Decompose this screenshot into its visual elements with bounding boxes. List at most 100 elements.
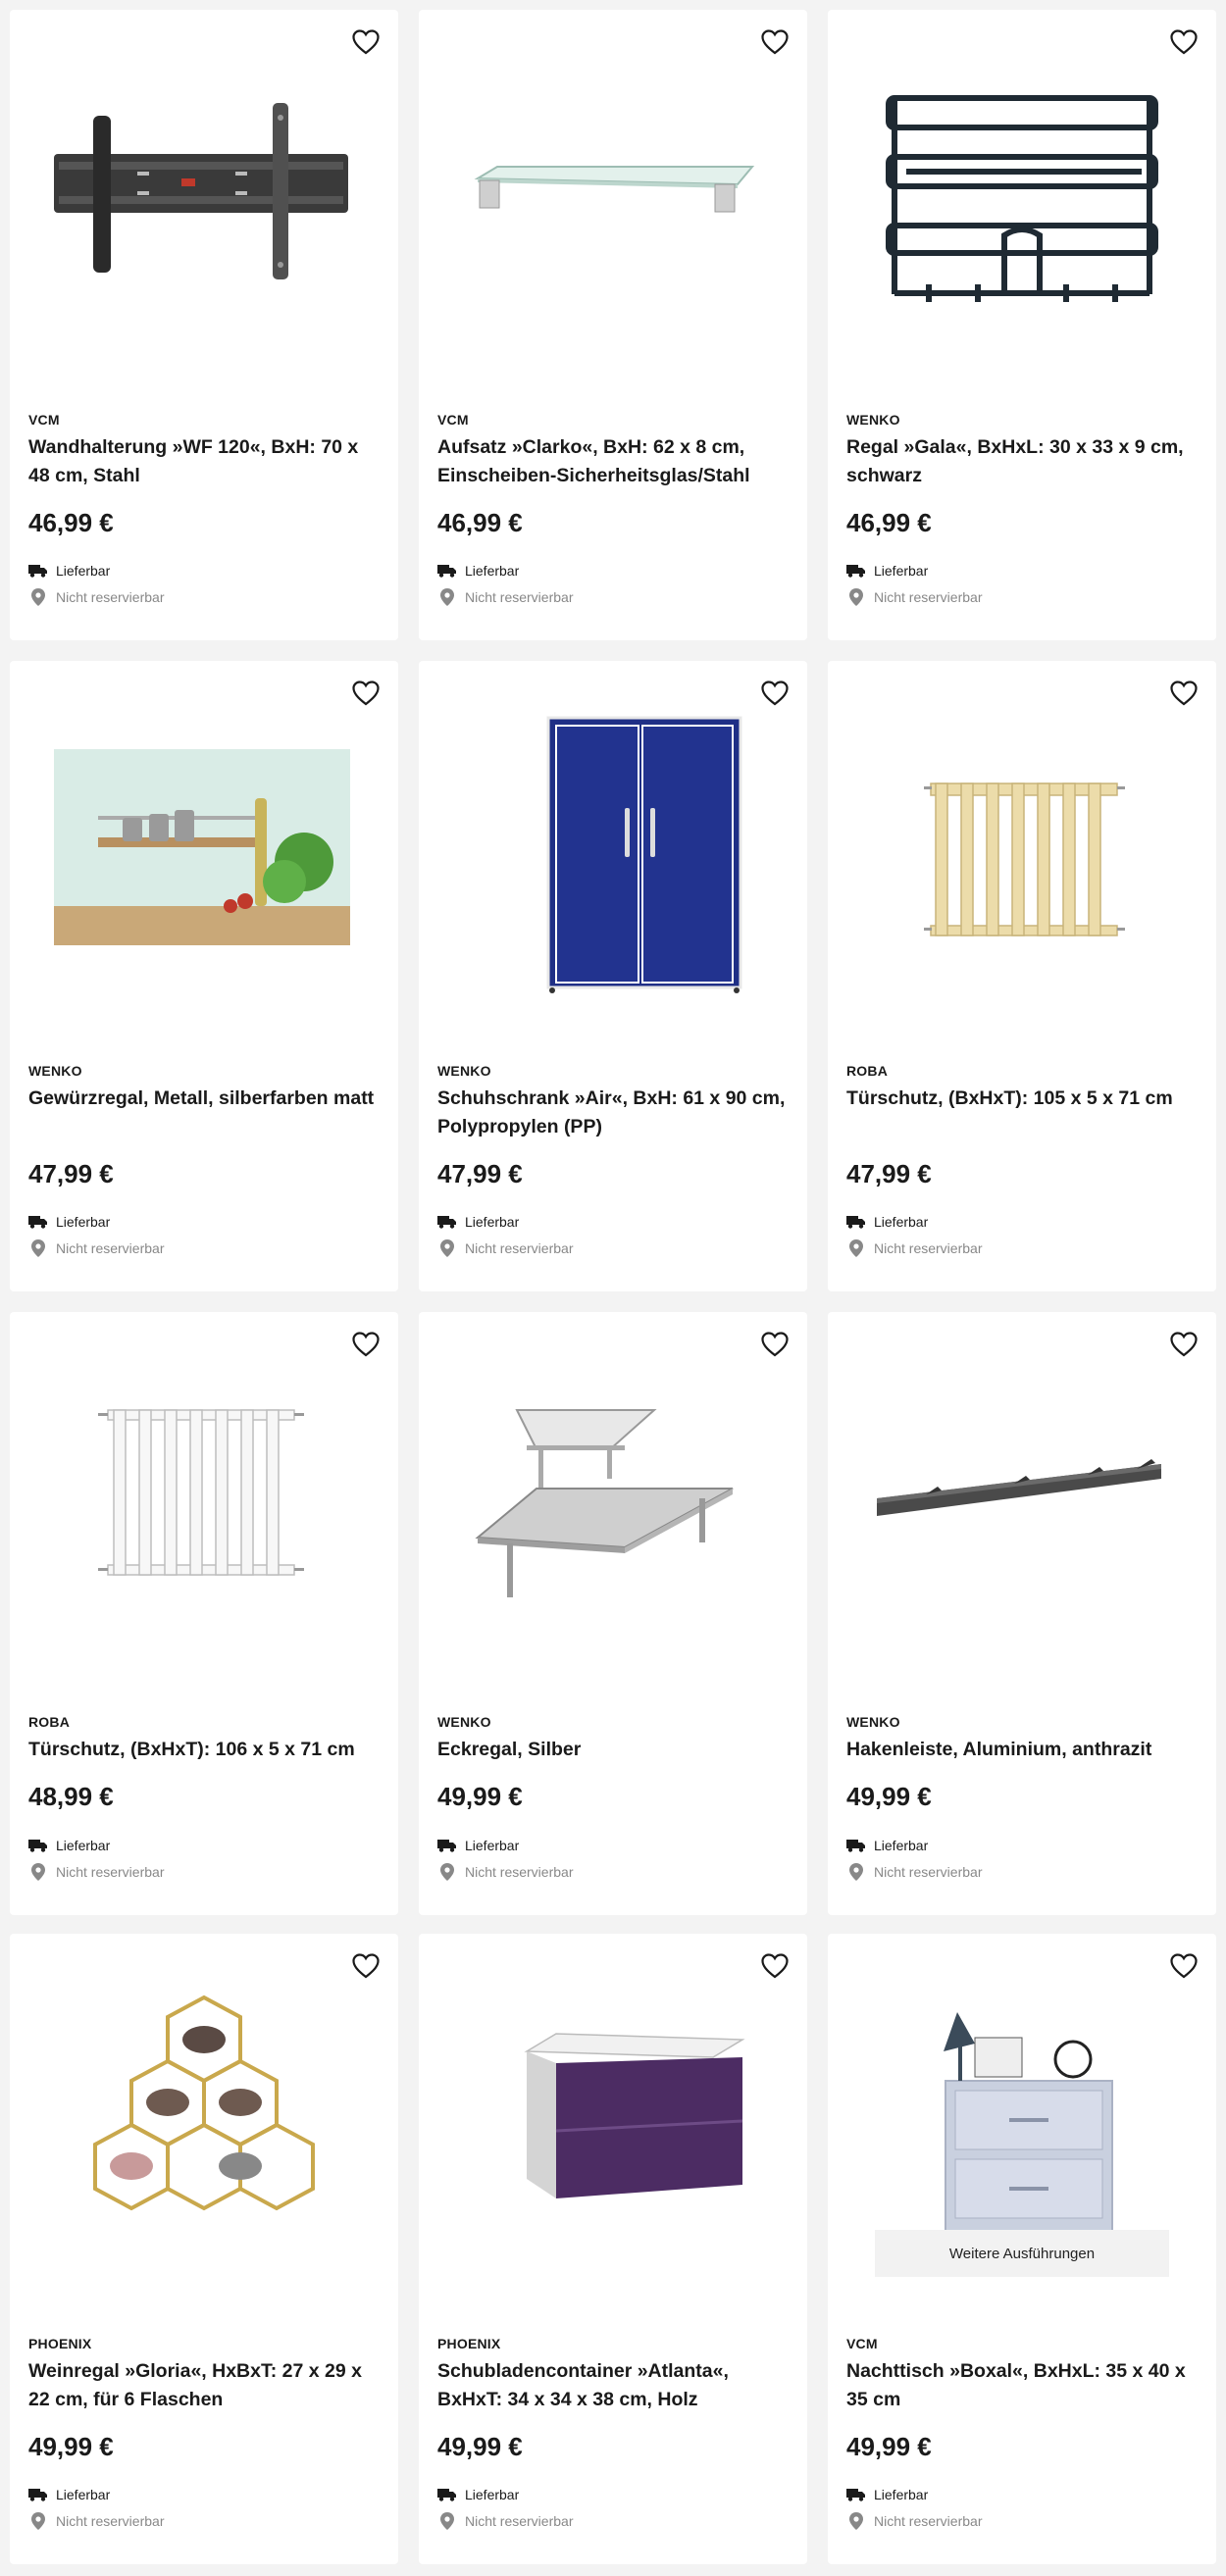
delivery-status: Lieferbar bbox=[28, 2486, 110, 2503]
product-card[interactable]: WENKO Gewürzregal, Metall, silberfarben … bbox=[10, 661, 398, 1291]
product-card[interactable]: Weitere Ausführungen VCM Nachttisch »Box… bbox=[828, 1934, 1216, 2564]
product-card[interactable]: WENKO Eckregal, Silber 49,99 € Lieferbar… bbox=[419, 1312, 807, 1915]
product-image[interactable] bbox=[867, 700, 1177, 994]
truck-icon bbox=[28, 2486, 48, 2503]
product-price: 49,99 € bbox=[28, 2432, 114, 2461]
product-title[interactable]: Schubladencontainer »Atlanta«, BxHxT: 34… bbox=[437, 2357, 789, 2414]
location-pin-icon bbox=[437, 2512, 457, 2530]
product-title[interactable]: Aufsatz »Clarko«, BxH: 62 x 8 cm, Einsch… bbox=[437, 433, 789, 490]
delivery-status: Lieferbar bbox=[437, 2486, 519, 2503]
product-card[interactable]: VCM Wandhalterung »WF 120«, BxH: 70 x 48… bbox=[10, 10, 398, 640]
product-price: 49,99 € bbox=[437, 2432, 523, 2461]
delivery-status: Lieferbar bbox=[846, 562, 928, 580]
product-image[interactable] bbox=[867, 1973, 1177, 2267]
product-card[interactable]: WENKO Hakenleiste, Aluminium, anthrazit … bbox=[828, 1312, 1216, 1915]
reservation-status: Nicht reservierbar bbox=[437, 1239, 573, 1257]
product-price: 48,99 € bbox=[28, 1782, 114, 1811]
product-price: 49,99 € bbox=[846, 2432, 932, 2461]
product-brand: PHOENIX bbox=[437, 2336, 501, 2351]
reservation-status: Nicht reservierbar bbox=[437, 588, 573, 606]
truck-icon bbox=[437, 1213, 457, 1231]
product-price: 49,99 € bbox=[437, 1782, 523, 1811]
product-brand: WENKO bbox=[437, 1714, 491, 1730]
location-pin-icon bbox=[846, 1863, 866, 1881]
product-brand: ROBA bbox=[846, 1063, 889, 1079]
truck-icon bbox=[437, 2486, 457, 2503]
reservation-status: Nicht reservierbar bbox=[28, 588, 164, 606]
product-card[interactable]: WENKO Regal »Gala«, BxHxL: 30 x 33 x 9 c… bbox=[828, 10, 1216, 640]
product-brand: WENKO bbox=[437, 1063, 491, 1079]
product-price: 46,99 € bbox=[437, 508, 523, 537]
delivery-status: Lieferbar bbox=[437, 1837, 519, 1854]
product-title[interactable]: Eckregal, Silber bbox=[437, 1736, 789, 1764]
product-image[interactable] bbox=[49, 1351, 359, 1645]
delivery-status: Lieferbar bbox=[437, 1213, 519, 1231]
product-image[interactable] bbox=[49, 700, 359, 994]
product-price: 46,99 € bbox=[846, 508, 932, 537]
product-image[interactable] bbox=[458, 700, 768, 994]
product-image[interactable] bbox=[867, 49, 1177, 343]
truck-icon bbox=[28, 562, 48, 580]
product-title[interactable]: Regal »Gala«, BxHxL: 30 x 33 x 9 cm, sch… bbox=[846, 433, 1198, 490]
location-pin-icon bbox=[28, 1239, 48, 1257]
product-card[interactable]: WENKO Schuhschrank »Air«, BxH: 61 x 90 c… bbox=[419, 661, 807, 1291]
product-price: 46,99 € bbox=[28, 508, 114, 537]
product-price: 49,99 € bbox=[846, 1782, 932, 1811]
delivery-status: Lieferbar bbox=[846, 1213, 928, 1231]
product-title[interactable]: Schuhschrank »Air«, BxH: 61 x 90 cm, Pol… bbox=[437, 1085, 789, 1141]
product-brand: WENKO bbox=[846, 1714, 900, 1730]
delivery-status: Lieferbar bbox=[846, 1837, 928, 1854]
delivery-status: Lieferbar bbox=[28, 562, 110, 580]
reservation-status: Nicht reservierbar bbox=[846, 1239, 982, 1257]
location-pin-icon bbox=[28, 1863, 48, 1881]
product-card[interactable]: PHOENIX Weinregal »Gloria«, HxBxT: 27 x … bbox=[10, 1934, 398, 2564]
product-card[interactable]: VCM Aufsatz »Clarko«, BxH: 62 x 8 cm, Ei… bbox=[419, 10, 807, 640]
delivery-status: Lieferbar bbox=[437, 562, 519, 580]
truck-icon bbox=[28, 1837, 48, 1854]
product-image[interactable] bbox=[867, 1351, 1177, 1645]
product-brand: ROBA bbox=[28, 1714, 71, 1730]
product-image[interactable] bbox=[458, 1973, 768, 2267]
reservation-status: Nicht reservierbar bbox=[846, 588, 982, 606]
location-pin-icon bbox=[437, 1239, 457, 1257]
product-image[interactable] bbox=[458, 1351, 768, 1645]
truck-icon bbox=[28, 1213, 48, 1231]
truck-icon bbox=[846, 562, 866, 580]
product-price: 47,99 € bbox=[846, 1159, 932, 1188]
truck-icon bbox=[846, 1213, 866, 1231]
product-brand: VCM bbox=[437, 412, 469, 428]
product-card[interactable]: ROBA Türschutz, (BxHxT): 105 x 5 x 71 cm… bbox=[828, 661, 1216, 1291]
location-pin-icon bbox=[28, 588, 48, 606]
product-title[interactable]: Gewürzregal, Metall, silberfarben matt bbox=[28, 1085, 380, 1113]
location-pin-icon bbox=[846, 1239, 866, 1257]
location-pin-icon bbox=[28, 2512, 48, 2530]
product-brand: VCM bbox=[28, 412, 60, 428]
truck-icon bbox=[437, 1837, 457, 1854]
product-image[interactable] bbox=[49, 49, 359, 343]
product-brand: PHOENIX bbox=[28, 2336, 92, 2351]
product-title[interactable]: Hakenleiste, Aluminium, anthrazit bbox=[846, 1736, 1198, 1764]
truck-icon bbox=[846, 1837, 866, 1854]
reservation-status: Nicht reservierbar bbox=[28, 2512, 164, 2530]
product-title[interactable]: Türschutz, (BxHxT): 105 x 5 x 71 cm bbox=[846, 1085, 1198, 1113]
product-title[interactable]: Weinregal »Gloria«, HxBxT: 27 x 29 x 22 … bbox=[28, 2357, 380, 2414]
product-price: 47,99 € bbox=[28, 1159, 114, 1188]
reservation-status: Nicht reservierbar bbox=[28, 1239, 164, 1257]
delivery-status: Lieferbar bbox=[28, 1837, 110, 1854]
reservation-status: Nicht reservierbar bbox=[28, 1863, 164, 1881]
delivery-status: Lieferbar bbox=[28, 1213, 110, 1231]
reservation-status: Nicht reservierbar bbox=[846, 2512, 982, 2530]
product-image[interactable] bbox=[458, 49, 768, 343]
product-title[interactable]: Nachttisch »Boxal«, BxHxL: 35 x 40 x 35 … bbox=[846, 2357, 1198, 2414]
more-variants-button[interactable]: Weitere Ausführungen bbox=[875, 2230, 1169, 2277]
product-card[interactable]: PHOENIX Schubladencontainer »Atlanta«, B… bbox=[419, 1934, 807, 2564]
location-pin-icon bbox=[846, 588, 866, 606]
product-image[interactable] bbox=[49, 1973, 359, 2267]
reservation-status: Nicht reservierbar bbox=[846, 1863, 982, 1881]
product-title[interactable]: Türschutz, (BxHxT): 106 x 5 x 71 cm bbox=[28, 1736, 380, 1764]
product-brand: VCM bbox=[846, 2336, 878, 2351]
product-card[interactable]: ROBA Türschutz, (BxHxT): 106 x 5 x 71 cm… bbox=[10, 1312, 398, 1915]
product-brand: WENKO bbox=[28, 1063, 82, 1079]
location-pin-icon bbox=[846, 2512, 866, 2530]
product-title[interactable]: Wandhalterung »WF 120«, BxH: 70 x 48 cm,… bbox=[28, 433, 380, 490]
